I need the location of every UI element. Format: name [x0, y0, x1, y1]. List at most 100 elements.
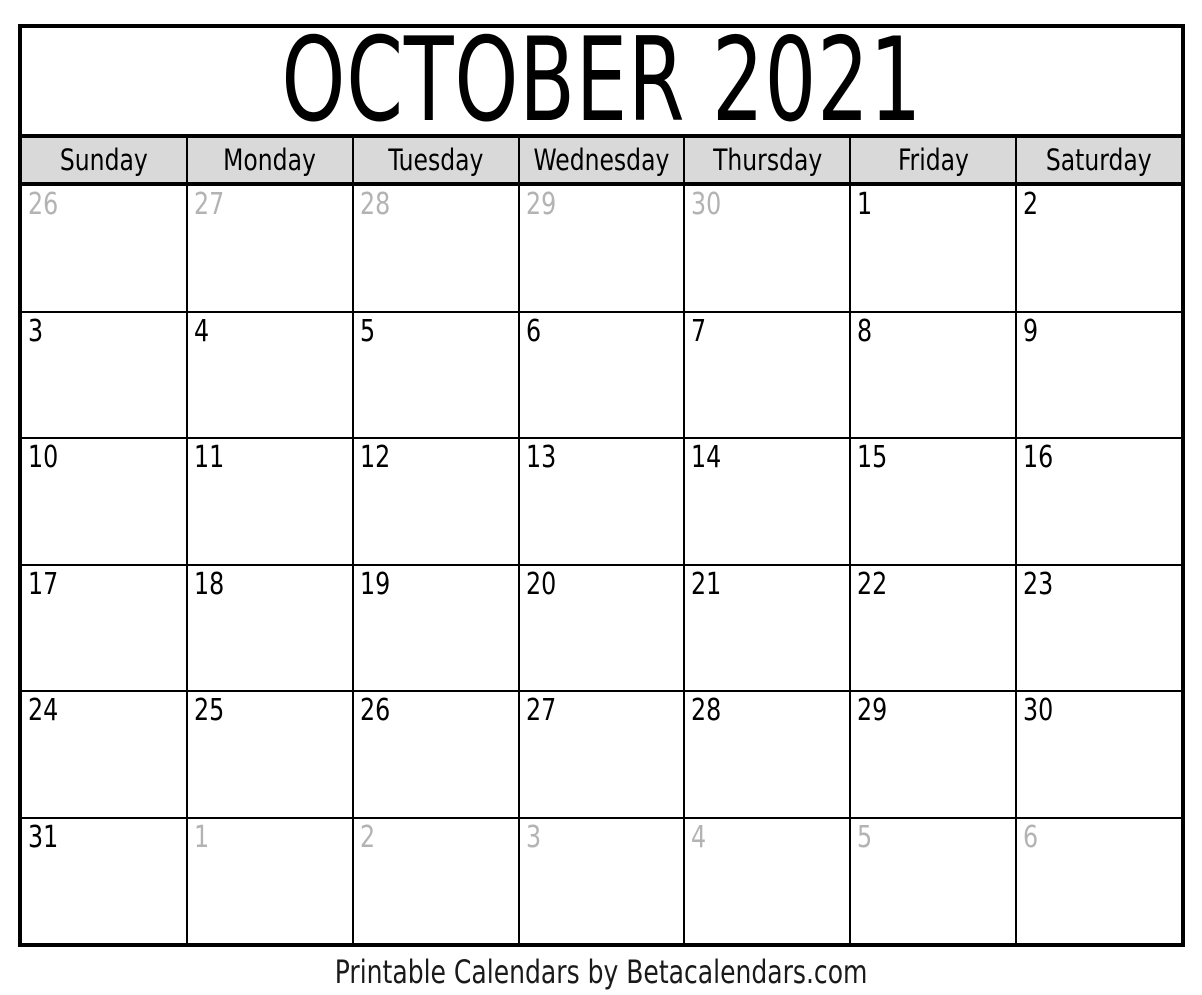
day-number: 19 — [359, 566, 390, 602]
day-number: 4 — [691, 819, 707, 855]
calendar-day-cell[interactable]: 31 — [22, 818, 188, 943]
calendar-day-cell[interactable]: 6 — [519, 312, 686, 437]
day-number: 27 — [193, 187, 225, 222]
day-number: 2 — [1023, 187, 1039, 222]
day-number: 5 — [359, 313, 375, 349]
calendar-day-cell[interactable]: 11 — [187, 439, 354, 564]
day-number: 1 — [193, 819, 209, 855]
day-number: 2 — [359, 819, 375, 855]
calendar-day-cell[interactable]: 13 — [519, 439, 686, 564]
day-number: 6 — [525, 313, 541, 349]
calendar-week-row: 10 11 12 13 14 15 16 — [22, 439, 1182, 566]
calendar-day-cell[interactable]: 28 — [353, 186, 520, 311]
calendar-day-cell[interactable]: 29 — [519, 186, 686, 311]
weekday-header-wednesday: Wednesday — [519, 138, 686, 182]
calendar-day-cell[interactable]: 15 — [851, 439, 1018, 564]
day-number: 30 — [691, 187, 722, 222]
day-number: 9 — [1023, 313, 1039, 349]
calendar-day-cell[interactable]: 27 — [519, 692, 686, 817]
day-number: 20 — [525, 566, 556, 602]
calendar-day-grid: 26 27 28 29 30 1 2 3 4 5 6 7 8 9 10 11 12 13 14 15 16 17 18 19 2… — [22, 186, 1182, 943]
calendar-title-band: OCTOBER 2021 — [22, 28, 1181, 138]
calendar-day-cell[interactable]: 29 — [851, 692, 1018, 817]
day-number: 29 — [857, 693, 888, 728]
day-number: 5 — [857, 819, 873, 855]
calendar-day-cell[interactable]: 21 — [685, 565, 852, 690]
weekday-header-tuesday: Tuesday — [353, 138, 520, 182]
calendar-day-cell[interactable]: 14 — [685, 439, 852, 564]
calendar-week-row: 17 18 19 20 21 22 23 — [22, 565, 1182, 692]
calendar-day-cell[interactable]: 26 — [353, 692, 520, 817]
day-number: 18 — [193, 566, 225, 602]
calendar-day-cell[interactable]: 1 — [187, 818, 354, 943]
day-number: 26 — [359, 693, 390, 728]
day-number: 1 — [857, 187, 873, 222]
calendar-day-cell[interactable]: 23 — [1017, 565, 1182, 690]
calendar-day-cell[interactable]: 8 — [851, 312, 1018, 437]
calendar-day-cell[interactable]: 25 — [187, 692, 354, 817]
calendar-day-cell[interactable]: 20 — [519, 565, 686, 690]
day-number: 7 — [691, 313, 707, 349]
day-number: 28 — [691, 693, 722, 728]
weekday-label: Monday — [223, 142, 317, 177]
calendar-day-cell[interactable]: 5 — [851, 818, 1018, 943]
weekday-header-thursday: Thursday — [685, 138, 852, 182]
calendar-day-cell[interactable]: 12 — [353, 439, 520, 564]
day-number: 24 — [28, 693, 59, 728]
calendar-day-cell[interactable]: 9 — [1017, 312, 1182, 437]
weekday-label: Tuesday — [388, 142, 484, 177]
calendar-day-cell[interactable]: 30 — [685, 186, 852, 311]
footer-credit-text: Printable Calendars by Betacalendars.com — [334, 953, 868, 991]
day-number: 6 — [1023, 819, 1039, 855]
day-number: 29 — [525, 187, 556, 222]
calendar-day-cell[interactable]: 27 — [187, 186, 354, 311]
calendar-day-cell[interactable]: 7 — [685, 312, 852, 437]
day-number: 11 — [193, 440, 225, 475]
calendar-day-cell[interactable]: 28 — [685, 692, 852, 817]
day-number: 13 — [525, 440, 556, 475]
day-number: 12 — [359, 440, 390, 475]
calendar-day-cell[interactable]: 10 — [22, 439, 188, 564]
calendar-day-cell[interactable]: 22 — [851, 565, 1018, 690]
day-number: 15 — [857, 440, 888, 475]
calendar-day-cell[interactable]: 3 — [22, 312, 188, 437]
calendar-day-cell[interactable]: 3 — [519, 818, 686, 943]
day-number: 30 — [1023, 693, 1054, 728]
calendar-day-cell[interactable]: 19 — [353, 565, 520, 690]
calendar-day-cell[interactable]: 18 — [187, 565, 354, 690]
weekday-header-monday: Monday — [187, 138, 354, 182]
day-number: 21 — [691, 566, 722, 602]
calendar-day-cell[interactable]: 1 — [851, 186, 1018, 311]
day-number: 3 — [28, 313, 44, 349]
calendar-day-cell[interactable]: 4 — [685, 818, 852, 943]
calendar-day-cell[interactable]: 24 — [22, 692, 188, 817]
weekday-header-sunday: Sunday — [22, 138, 188, 182]
day-number: 4 — [193, 313, 209, 349]
day-number: 25 — [193, 693, 225, 728]
calendar-day-cell[interactable]: 5 — [353, 312, 520, 437]
calendar-week-row: 3 4 5 6 7 8 9 — [22, 312, 1182, 439]
calendar-week-row: 24 25 26 27 28 29 30 — [22, 692, 1182, 819]
day-number: 27 — [525, 693, 556, 728]
day-number: 17 — [28, 566, 59, 602]
calendar-week-row: 26 27 28 29 30 1 2 — [22, 186, 1182, 313]
weekday-label: Thursday — [712, 142, 822, 177]
calendar-day-cell[interactable]: 16 — [1017, 439, 1182, 564]
calendar-day-cell[interactable]: 26 — [22, 186, 188, 311]
weekday-header-row: Sunday Monday Tuesday Wednesday Thursday… — [22, 138, 1182, 186]
calendar-day-cell[interactable]: 2 — [353, 818, 520, 943]
calendar-day-cell[interactable]: 17 — [22, 565, 188, 690]
day-number: 31 — [28, 819, 59, 855]
day-number: 22 — [857, 566, 888, 602]
calendar-day-cell[interactable]: 2 — [1017, 186, 1182, 311]
calendar-frame: OCTOBER 2021 Sunday Monday Tuesday Wedne… — [18, 24, 1185, 947]
weekday-header-saturday: Saturday — [1017, 138, 1182, 182]
day-number: 3 — [525, 819, 541, 855]
calendar-day-cell[interactable]: 30 — [1017, 692, 1182, 817]
day-number: 28 — [359, 187, 390, 222]
calendar-day-cell[interactable]: 4 — [187, 312, 354, 437]
calendar-day-cell[interactable]: 6 — [1017, 818, 1182, 943]
printable-calendar-page: OCTOBER 2021 Sunday Monday Tuesday Wedne… — [0, 0, 1202, 995]
footer: Printable Calendars by Betacalendars.com — [0, 953, 1202, 991]
day-number: 10 — [28, 440, 59, 475]
